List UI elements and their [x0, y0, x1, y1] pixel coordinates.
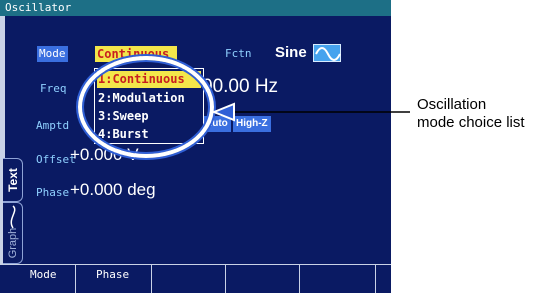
- phase-label: Phase: [36, 186, 70, 199]
- tab-graph[interactable]: Graph: [3, 202, 23, 264]
- softkey-bar: Mode Phase: [0, 264, 391, 293]
- sine-wave-icon[interactable]: [313, 44, 341, 62]
- side-tabs: Text Graph: [3, 158, 25, 268]
- softkey-4[interactable]: [226, 264, 300, 293]
- tab-text[interactable]: Text: [3, 158, 23, 202]
- softkey-5[interactable]: [300, 264, 376, 293]
- softkey-3[interactable]: [152, 264, 226, 293]
- phase-value[interactable]: +0.000 deg: [70, 180, 156, 200]
- tab-graph-label: Graph: [7, 227, 19, 259]
- fctn-value[interactable]: Sine: [275, 44, 307, 61]
- oscillator-screen: Oscillator Text Graph Mode Continuous Fc…: [0, 0, 391, 293]
- freq-label: Freq: [40, 82, 67, 95]
- softkey-phase[interactable]: Phase: [76, 264, 152, 293]
- softkey-mode[interactable]: Mode: [0, 264, 76, 293]
- fctn-label: Fctn: [225, 47, 252, 60]
- annotation-line-1: Oscillation: [417, 96, 487, 113]
- high-z-chip[interactable]: High-Z: [233, 116, 271, 132]
- amptd-label: Amptd: [36, 119, 70, 132]
- tab-text-label: Text: [6, 168, 20, 192]
- mode-label: Mode: [37, 46, 68, 62]
- softkey-6[interactable]: [376, 264, 391, 293]
- callout-ellipse: [78, 56, 214, 158]
- callout-annotation: Oscillation mode choice list: [417, 96, 525, 132]
- annotation-line-2: mode choice list: [417, 114, 525, 131]
- window-title: Oscillator: [0, 0, 391, 16]
- freq-value[interactable]: 00.00 Hz: [202, 76, 278, 98]
